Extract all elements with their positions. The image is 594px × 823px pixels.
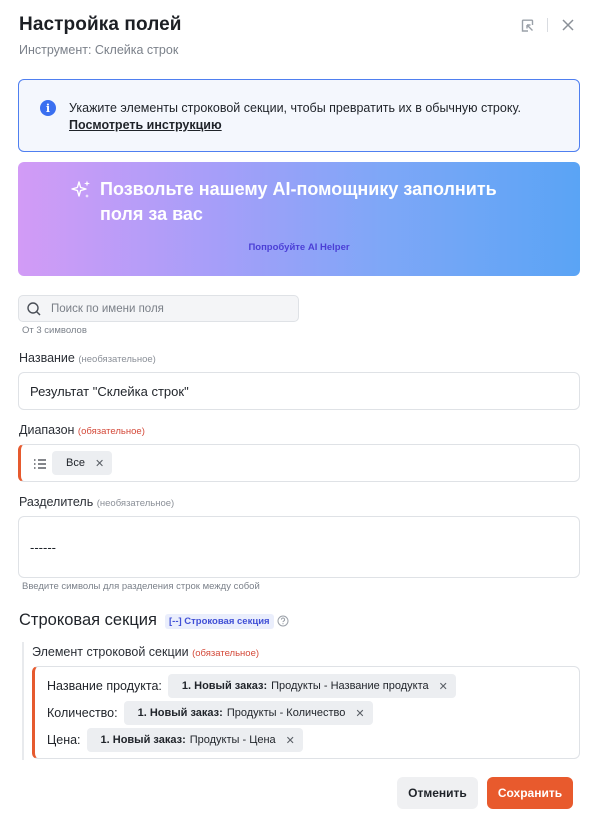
required-tag: (обязательное) — [192, 648, 260, 659]
remove-chip-icon[interactable]: ✕ — [439, 680, 448, 693]
info-notice: i Укажите элементы строковой секции, что… — [18, 79, 580, 152]
instruction-link[interactable]: Посмотреть инструкцию — [69, 117, 521, 134]
exit-fullscreen-button[interactable] — [517, 15, 537, 35]
info-icon: i — [40, 100, 56, 116]
row-section-badge: [--] Строковая секция — [165, 614, 274, 629]
close-button[interactable] — [558, 15, 578, 35]
row-element-label: Цена: — [47, 733, 81, 747]
name-label-text: Название — [19, 351, 75, 365]
range-field[interactable]: Все ✕ — [18, 444, 580, 482]
collapse-window-icon — [521, 19, 533, 32]
search-input[interactable] — [51, 296, 291, 321]
row-element-item: Цена: 1. Новый заказ: Продукты - Цена ✕ — [47, 728, 303, 752]
remove-chip-icon[interactable]: ✕ — [95, 457, 104, 470]
separator-field[interactable]: ------ — [18, 516, 580, 578]
chip-source: 1. Новый заказ: — [137, 707, 223, 719]
help-icon[interactable] — [277, 615, 289, 627]
row-element-label: Количество: — [47, 706, 118, 720]
name-field[interactable]: Результат "Склейка строк" — [18, 372, 580, 410]
remove-chip-icon[interactable]: ✕ — [286, 734, 295, 747]
element-field-label: Элемент строковой секции (обязательное) — [32, 645, 259, 659]
list-icon — [34, 459, 46, 469]
page-subtitle: Инструмент: Склейка строк — [19, 43, 179, 57]
chip-field: Продукты - Количество — [226, 707, 346, 719]
range-chip[interactable]: Все ✕ — [52, 451, 113, 475]
info-text: Укажите элементы строковой секции, чтобы… — [69, 101, 521, 115]
range-chip-wrap: Все ✕ — [52, 451, 113, 475]
page-title: Настройка полей — [19, 14, 182, 35]
range-field-label: Диапазон (обязательное) — [19, 423, 145, 437]
name-field-label: Название (необязательное) — [19, 351, 156, 365]
range-label-text: Диапазон — [19, 423, 75, 437]
section-indent-bar — [22, 642, 24, 760]
ai-banner-title: Позвольте нашему AI-помощнику заполнить … — [100, 179, 497, 224]
row-section-title: Строковая секция — [19, 611, 157, 629]
ai-helper-link[interactable]: Попробуйте AI Helper — [18, 242, 580, 253]
row-element-chip[interactable]: 1. Новый заказ: Продукты - Цена ✕ — [86, 728, 303, 752]
row-elements-field[interactable]: Название продукта: 1. Новый заказ: Проду… — [32, 666, 580, 759]
element-label-text: Элемент строковой секции — [32, 645, 189, 659]
row-element-chip[interactable]: 1. Новый заказ: Продукты - Количество ✕ — [123, 701, 373, 725]
info-text-block: Укажите элементы строковой секции, чтобы… — [69, 100, 521, 134]
separator-label-text: Разделитель — [19, 495, 94, 509]
separator-hint: Введите символы для разделения строк меж… — [22, 581, 260, 592]
search-hint: От 3 символов — [22, 325, 87, 336]
remove-chip-icon[interactable]: ✕ — [355, 707, 364, 720]
dialog-header: Настройка полей Инструмент: Склейка стро… — [19, 12, 578, 72]
header-divider — [547, 18, 548, 32]
separator-field-label: Разделитель (необязательное) — [19, 495, 174, 509]
row-element-item: Название продукта: 1. Новый заказ: Проду… — [47, 674, 456, 698]
save-button[interactable]: Сохранить — [487, 777, 573, 809]
optional-tag: (необязательное) — [96, 498, 175, 509]
search-icon — [27, 302, 41, 316]
chip-source: 1. Новый заказ: — [181, 680, 268, 692]
optional-tag: (необязательное) — [78, 354, 156, 365]
row-element-label: Название продукта: — [47, 679, 162, 693]
row-element-item: Количество: 1. Новый заказ: Продукты - К… — [47, 701, 373, 725]
field-search — [18, 295, 299, 322]
chip-field: Продукты - Цена — [189, 734, 276, 746]
required-tag: (обязательное) — [77, 426, 145, 437]
separator-field-value: ------ — [30, 540, 56, 555]
name-field-value: Результат "Склейка строк" — [30, 384, 189, 399]
chip-source: 1. Новый заказ: — [100, 734, 186, 746]
cancel-button[interactable]: Отменить — [397, 777, 478, 809]
sparkle-icon — [71, 180, 90, 198]
chip-field: Продукты - Название продукта — [271, 680, 429, 692]
row-element-chip[interactable]: 1. Новый заказ: Продукты - Название прод… — [167, 674, 456, 698]
ai-helper-banner[interactable]: Позвольте нашему AI-помощнику заполнить … — [18, 162, 580, 276]
close-icon — [562, 19, 574, 31]
header-actions — [517, 15, 578, 35]
range-chip-label: Все — [66, 457, 85, 469]
